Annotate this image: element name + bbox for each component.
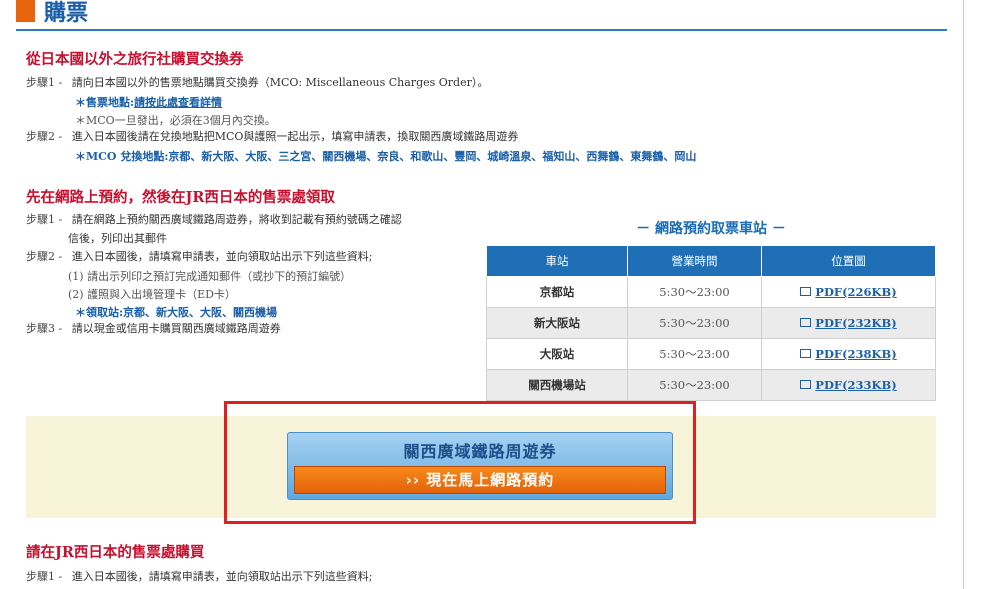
section2-step3: 步驟3 - 請以現金或信用卡購買關西廣域鐵路周遊券 <box>26 322 281 335</box>
step-label: 步驟1 - <box>26 76 63 89</box>
section2-step1: 步驟1 - 請在網路上預約關西廣域鐵路周遊券，將收到記載有預約號碼之確認 <box>26 213 402 226</box>
header-accent-bar <box>16 0 35 22</box>
map-pdf-link[interactable]: PDF(232KB) <box>815 316 896 330</box>
table-row: 京都站 5:30～23:00 PDF(226KB) <box>486 276 936 308</box>
section3-step1: 步驟1 - 進入日本國後，請填寫申請表，並向領取站出示下列這些資料; <box>26 570 372 583</box>
step-label: 步驟2 - <box>26 250 63 263</box>
header-divider <box>16 29 947 31</box>
step-label: 步驟1 - <box>26 570 63 583</box>
section1-heading: 從日本國以外之旅行社購買交換券 <box>26 51 244 68</box>
step-text: 請在網路上預約關西廣域鐵路周遊券，將收到記載有預約號碼之確認 <box>71 213 402 226</box>
external-link-icon <box>800 318 812 327</box>
right-border <box>963 0 964 589</box>
step-label: 步驟2 - <box>26 130 63 143</box>
col-header-map: 位置圖 <box>761 245 936 277</box>
sales-point-label: ＊售票地點: <box>75 96 135 109</box>
step-text: 進入日本國後，請填寫申請表，並向領取站出示下列這些資料; <box>71 250 373 263</box>
step-text: 進入日本國後，請填寫申請表，並向領取站出示下列這些資料; <box>71 570 373 583</box>
pickup-stations: ＊領取站:京都、新大阪、大阪、關西機場 <box>75 306 278 319</box>
step-text: 請向日本國以外的售票地點購買交換券（MCO: Miscellaneous Cha… <box>71 76 489 89</box>
step-label: 步驟1 - <box>26 213 63 226</box>
step-text: 進入日本國後請在兌換地點把MCO與護照一起出示，填寫申請表，換取關西廣域鐵路周遊… <box>71 130 519 143</box>
step2-item2: (2) 護照與入出境管理卡（ED卡） <box>68 288 236 301</box>
sales-point-line: ＊售票地點:請按此處查看詳情 <box>75 94 222 110</box>
step-label: 步驟3 - <box>26 322 63 335</box>
page-title: 購票 <box>44 1 89 26</box>
mco-note: ＊MCO一旦發出，必須在3個月內交換。 <box>75 114 276 127</box>
step-text: 請以現金或信用卡購買關西廣域鐵路周遊券 <box>71 322 281 335</box>
col-header-station: 車站 <box>486 245 628 277</box>
section1-step2: 步驟2 - 進入日本國後請在兌換地點把MCO與護照一起出示，填寫申請表，換取關西… <box>26 130 518 143</box>
station-hours: 5:30～23:00 <box>627 307 762 339</box>
station-table: 車站 營業時間 位置圖 京都站 5:30～23:00 PDF(226KB) 新大… <box>486 245 936 401</box>
external-link-icon <box>800 287 812 296</box>
section3-heading: 請在JR西日本的售票處購買 <box>26 544 205 561</box>
station-hours: 5:30～23:00 <box>627 276 762 308</box>
exchange-points: ＊MCO 兌換地點:京都、新大阪、大阪、三之宮、關西機場、奈良、和歌山、豐岡、城… <box>75 150 697 163</box>
external-link-icon <box>800 380 812 389</box>
section2-step2: 步驟2 - 進入日本國後，請填寫申請表，並向領取站出示下列這些資料; <box>26 250 372 263</box>
station-name: 新大阪站 <box>486 307 628 339</box>
section2-heading: 先在網路上預約，然後在JR西日本的售票處領取 <box>26 189 335 206</box>
table-row: 新大阪站 5:30～23:00 PDF(232KB) <box>486 307 936 339</box>
station-name: 京都站 <box>486 276 628 308</box>
section2-step1-cont: 信後，列印出其郵件 <box>68 232 167 245</box>
map-pdf-link[interactable]: PDF(226KB) <box>815 285 896 299</box>
map-pdf-link[interactable]: PDF(233KB) <box>815 378 896 392</box>
highlight-frame <box>224 401 696 524</box>
table-row: 關西機場站 5:30～23:00 PDF(233KB) <box>486 369 936 401</box>
station-table-title: － 網路預約取票車站 － <box>636 221 786 237</box>
step2-item1: (1) 請出示列印之預訂完成通知郵件（或抄下的預訂編號） <box>68 270 352 283</box>
station-hours: 5:30～23:00 <box>627 369 762 401</box>
station-name: 關西機場站 <box>486 369 628 401</box>
col-header-hours: 營業時間 <box>627 245 762 277</box>
map-pdf-link[interactable]: PDF(238KB) <box>815 347 896 361</box>
sales-point-link[interactable]: 請按此處查看詳情 <box>134 96 222 109</box>
station-name: 大阪站 <box>486 338 628 370</box>
external-link-icon <box>800 349 812 358</box>
table-row: 大阪站 5:30～23:00 PDF(238KB) <box>486 338 936 370</box>
section1-step1: 步驟1 - 請向日本國以外的售票地點購買交換券（MCO: Miscellaneo… <box>26 76 488 89</box>
station-hours: 5:30～23:00 <box>627 338 762 370</box>
